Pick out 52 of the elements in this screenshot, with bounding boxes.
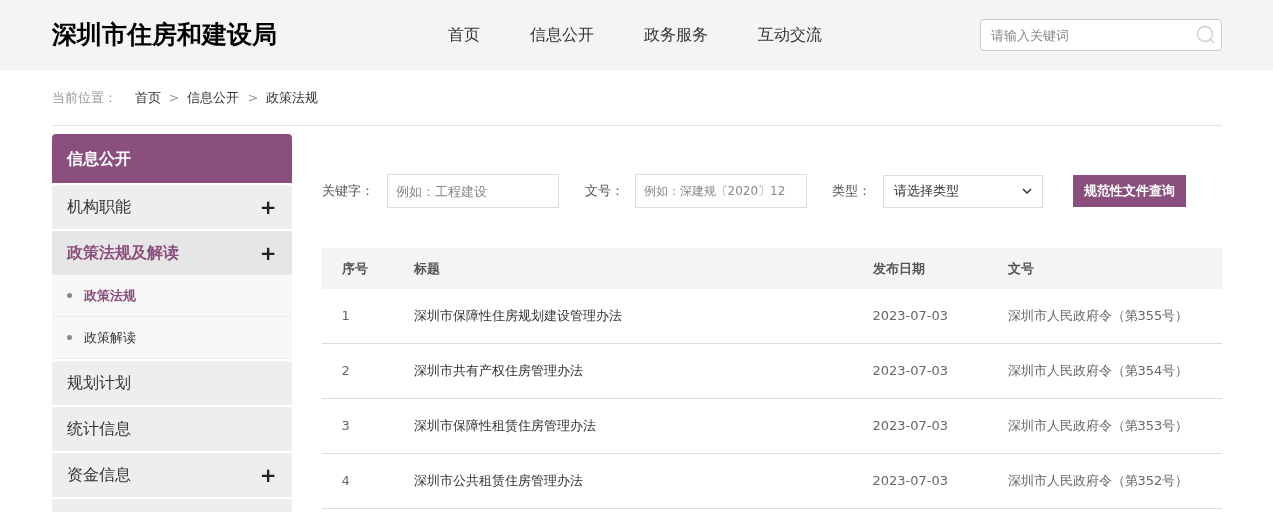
keyword-field[interactable]: 例如：工程建设 xyxy=(386,174,559,208)
table-cell: 3 xyxy=(341,418,350,434)
plus-icon: + xyxy=(259,243,277,263)
sidebar-subitem[interactable]: 政策法规 xyxy=(51,275,292,317)
search-field[interactable]: 请输入关键词 xyxy=(979,19,1222,51)
table-cell: 深圳市人民政府令（第353号） xyxy=(1007,418,1189,434)
column-header: 序号 xyxy=(341,260,368,276)
sidebar-item[interactable]: 机构职能 + xyxy=(51,185,292,229)
table-cell: 4 xyxy=(341,473,350,489)
nav-link[interactable]: 首页 xyxy=(447,23,480,47)
plus-icon: + xyxy=(259,465,277,485)
table-cell: 深圳市人民政府令（第352号） xyxy=(1007,473,1189,489)
document-title-link[interactable]: 深圳市公共租赁住房管理办法 xyxy=(413,473,583,489)
column-header: 文号 xyxy=(1007,260,1034,276)
document-title-link[interactable]: 深圳市保障性住房规划建设管理办法 xyxy=(413,308,622,324)
document-title-link[interactable]: 深圳市共有产权住房管理办法 xyxy=(413,363,583,379)
table-cell: 1 xyxy=(341,308,350,324)
table-cell: 深圳市人民政府令（第355号） xyxy=(1007,308,1189,324)
breadcrumb-link[interactable]: 政策法规 xyxy=(266,87,319,108)
column-header: 标题 xyxy=(413,260,440,276)
sidebar-title: 信息公开 xyxy=(51,134,292,183)
breadcrumb-separator: > xyxy=(247,88,259,107)
site-title: 深圳市住房和建设局 xyxy=(51,19,278,52)
doc-number-label: 文号： xyxy=(584,182,625,201)
sidebar-item[interactable]: 资金信息 + xyxy=(51,453,292,497)
sidebar-subitem[interactable]: 政策解读 xyxy=(51,317,292,359)
nav-link[interactable]: 互动交流 xyxy=(757,23,822,47)
breadcrumb-link[interactable]: 信息公开 xyxy=(187,87,240,108)
breadcrumb-label: 当前位置： xyxy=(51,88,117,107)
plus-icon: + xyxy=(259,197,277,217)
document-title-link[interactable]: 深圳市保障性租赁住房管理办法 xyxy=(413,418,596,434)
sidebar-item[interactable]: 统计信息 xyxy=(51,407,292,451)
breadcrumb-link[interactable]: 首页 xyxy=(134,87,161,108)
column-header: 发布日期 xyxy=(872,260,925,276)
table-cell: 2 xyxy=(341,363,350,379)
nav-link[interactable]: 信息公开 xyxy=(529,23,594,47)
nav-link[interactable]: 政务服务 xyxy=(643,23,708,47)
table-cell: 2023-07-03 xyxy=(872,418,949,434)
type-select[interactable]: 请选择类型 xyxy=(882,174,1043,208)
search-button[interactable]: 规范性文件查询 xyxy=(1072,175,1186,207)
table-cell: 2023-07-03 xyxy=(872,363,949,379)
search-icon[interactable] xyxy=(1195,25,1216,45)
table-cell: 2023-07-03 xyxy=(872,473,949,489)
sidebar-item[interactable]: 政策法规及解读 + xyxy=(51,231,292,275)
type-label: 类型： xyxy=(831,182,872,201)
breadcrumb-separator: > xyxy=(168,88,180,107)
chevron-down-icon xyxy=(1021,188,1032,194)
sidebar-item[interactable]: 规划计划 xyxy=(51,361,292,405)
doc-number-field[interactable]: 例如：深建规〔2020〕12 xyxy=(634,174,807,208)
table-cell: 2023-07-03 xyxy=(872,308,949,324)
table-cell: 深圳市人民政府令（第354号） xyxy=(1007,363,1189,379)
keyword-label: 关键字： xyxy=(321,182,375,201)
